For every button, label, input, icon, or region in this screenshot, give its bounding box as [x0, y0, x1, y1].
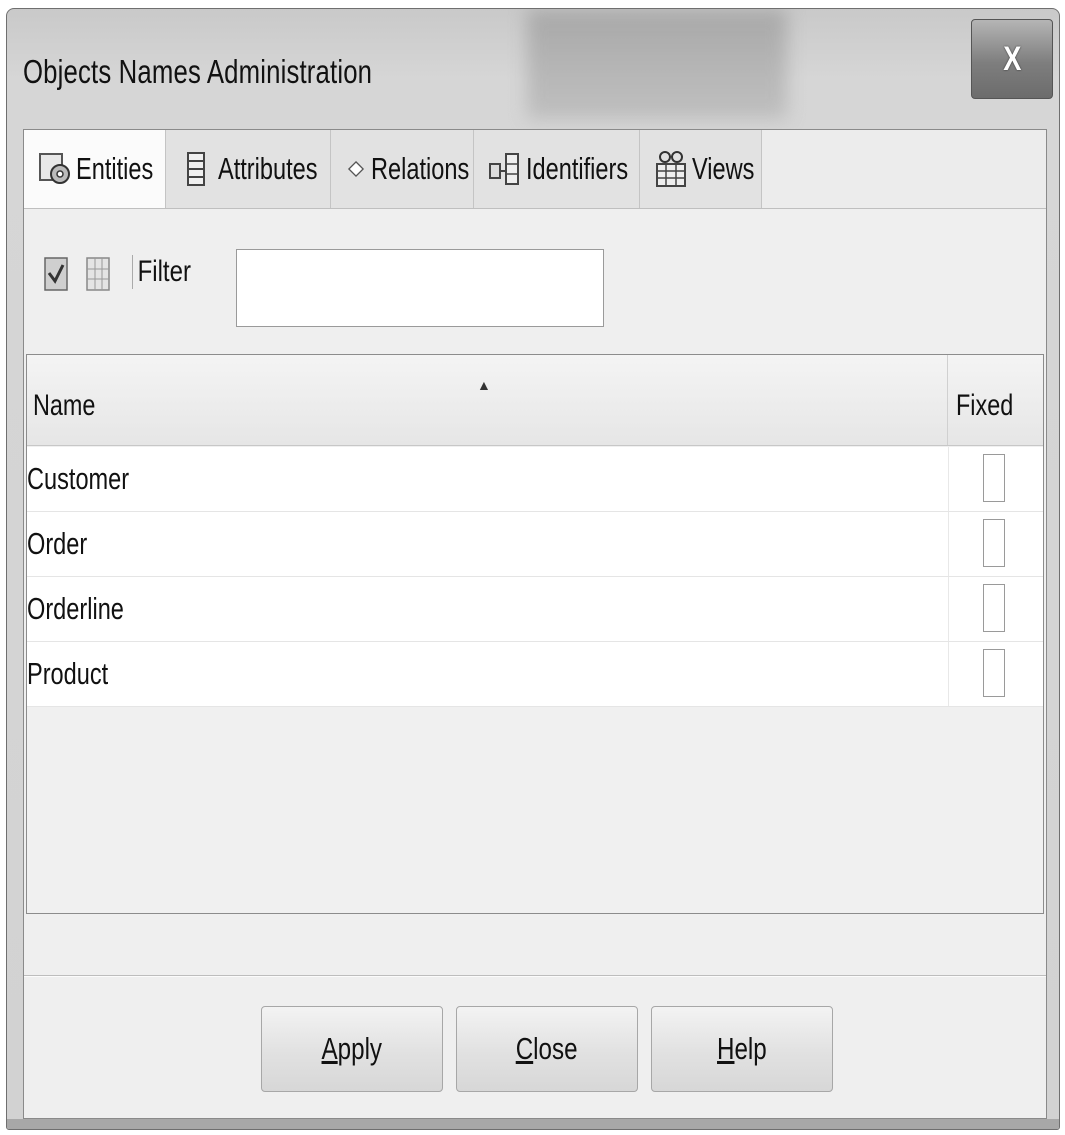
fixed-cell — [948, 642, 1043, 706]
window-bottom-border — [7, 1119, 1059, 1129]
button-area-separator — [24, 975, 1046, 977]
tab-entities[interactable]: Entities — [24, 130, 166, 208]
table-row[interactable]: Order — [27, 512, 1043, 577]
apply-button[interactable]: Apply — [261, 1006, 443, 1092]
relations-icon — [347, 160, 365, 178]
fixed-cell — [948, 447, 1043, 511]
column-header-label: Fixed — [956, 389, 1014, 422]
close-icon: X — [1002, 39, 1022, 78]
tab-views[interactable]: Views — [640, 130, 762, 208]
entities-table: ▲ Name Fixed Customer Order Orderline Pr… — [26, 354, 1044, 914]
fixed-cell — [948, 512, 1043, 576]
tab-attributes[interactable]: Attributes — [166, 130, 331, 208]
entity-name-cell: Customer — [27, 461, 130, 496]
close-button[interactable]: Close — [456, 1006, 638, 1092]
tab-label: Attributes — [218, 151, 318, 186]
fixed-cell — [948, 577, 1043, 641]
fixed-checkbox[interactable] — [983, 649, 1005, 697]
entity-name-cell: Order — [27, 526, 88, 561]
filter-label: Filter — [132, 255, 191, 289]
views-icon — [656, 151, 686, 187]
table-header: ▲ Name Fixed — [27, 355, 1043, 446]
tab-relations[interactable]: Relations — [331, 130, 474, 208]
tab-label: Identifiers — [526, 151, 629, 186]
attributes-icon — [187, 152, 205, 186]
window-title: Objects Names Administration — [23, 53, 373, 90]
sort-ascending-icon: ▲ — [477, 377, 491, 393]
help-button-label: Help — [717, 1031, 767, 1066]
apply-button-label: Apply — [321, 1031, 383, 1066]
entity-name-cell: Orderline — [27, 591, 124, 626]
uncheck-all-icon[interactable] — [86, 257, 110, 291]
identifiers-icon — [489, 153, 519, 185]
table-row[interactable]: Product — [27, 642, 1043, 707]
column-header-label: Name — [33, 389, 96, 422]
tab-label: Entities — [76, 151, 154, 186]
table-row[interactable]: Customer — [27, 447, 1043, 512]
close-button-label: Close — [516, 1031, 578, 1066]
title-bar-background — [527, 9, 787, 119]
filter-input[interactable] — [236, 249, 604, 327]
table-body: Customer Order Orderline Product — [27, 447, 1043, 707]
table-row[interactable]: Orderline — [27, 577, 1043, 642]
title-bar[interactable]: Objects Names Administration X — [7, 9, 1059, 127]
objects-names-dialog: Objects Names Administration X Entities — [6, 8, 1060, 1130]
tab-identifiers[interactable]: Identifiers — [474, 130, 640, 208]
check-all-icon[interactable] — [44, 257, 68, 291]
tab-label: Relations — [371, 151, 470, 186]
window-close-button[interactable]: X — [971, 19, 1053, 99]
column-header-fixed[interactable]: Fixed — [948, 355, 1043, 445]
fixed-checkbox[interactable] — [983, 454, 1005, 502]
help-button[interactable]: Help — [651, 1006, 833, 1092]
fixed-checkbox[interactable] — [983, 519, 1005, 567]
tab-label: Views — [692, 151, 755, 186]
entity-name-cell: Product — [27, 656, 109, 691]
dialog-content: Entities Attributes Relations Identifier… — [23, 129, 1047, 1119]
column-header-name[interactable]: ▲ Name — [27, 355, 948, 445]
tab-bar: Entities Attributes Relations Identifier… — [24, 130, 1046, 209]
entities-icon — [39, 153, 70, 184]
filter-toolbar: Filter — [24, 209, 1046, 349]
fixed-checkbox[interactable] — [983, 584, 1005, 632]
